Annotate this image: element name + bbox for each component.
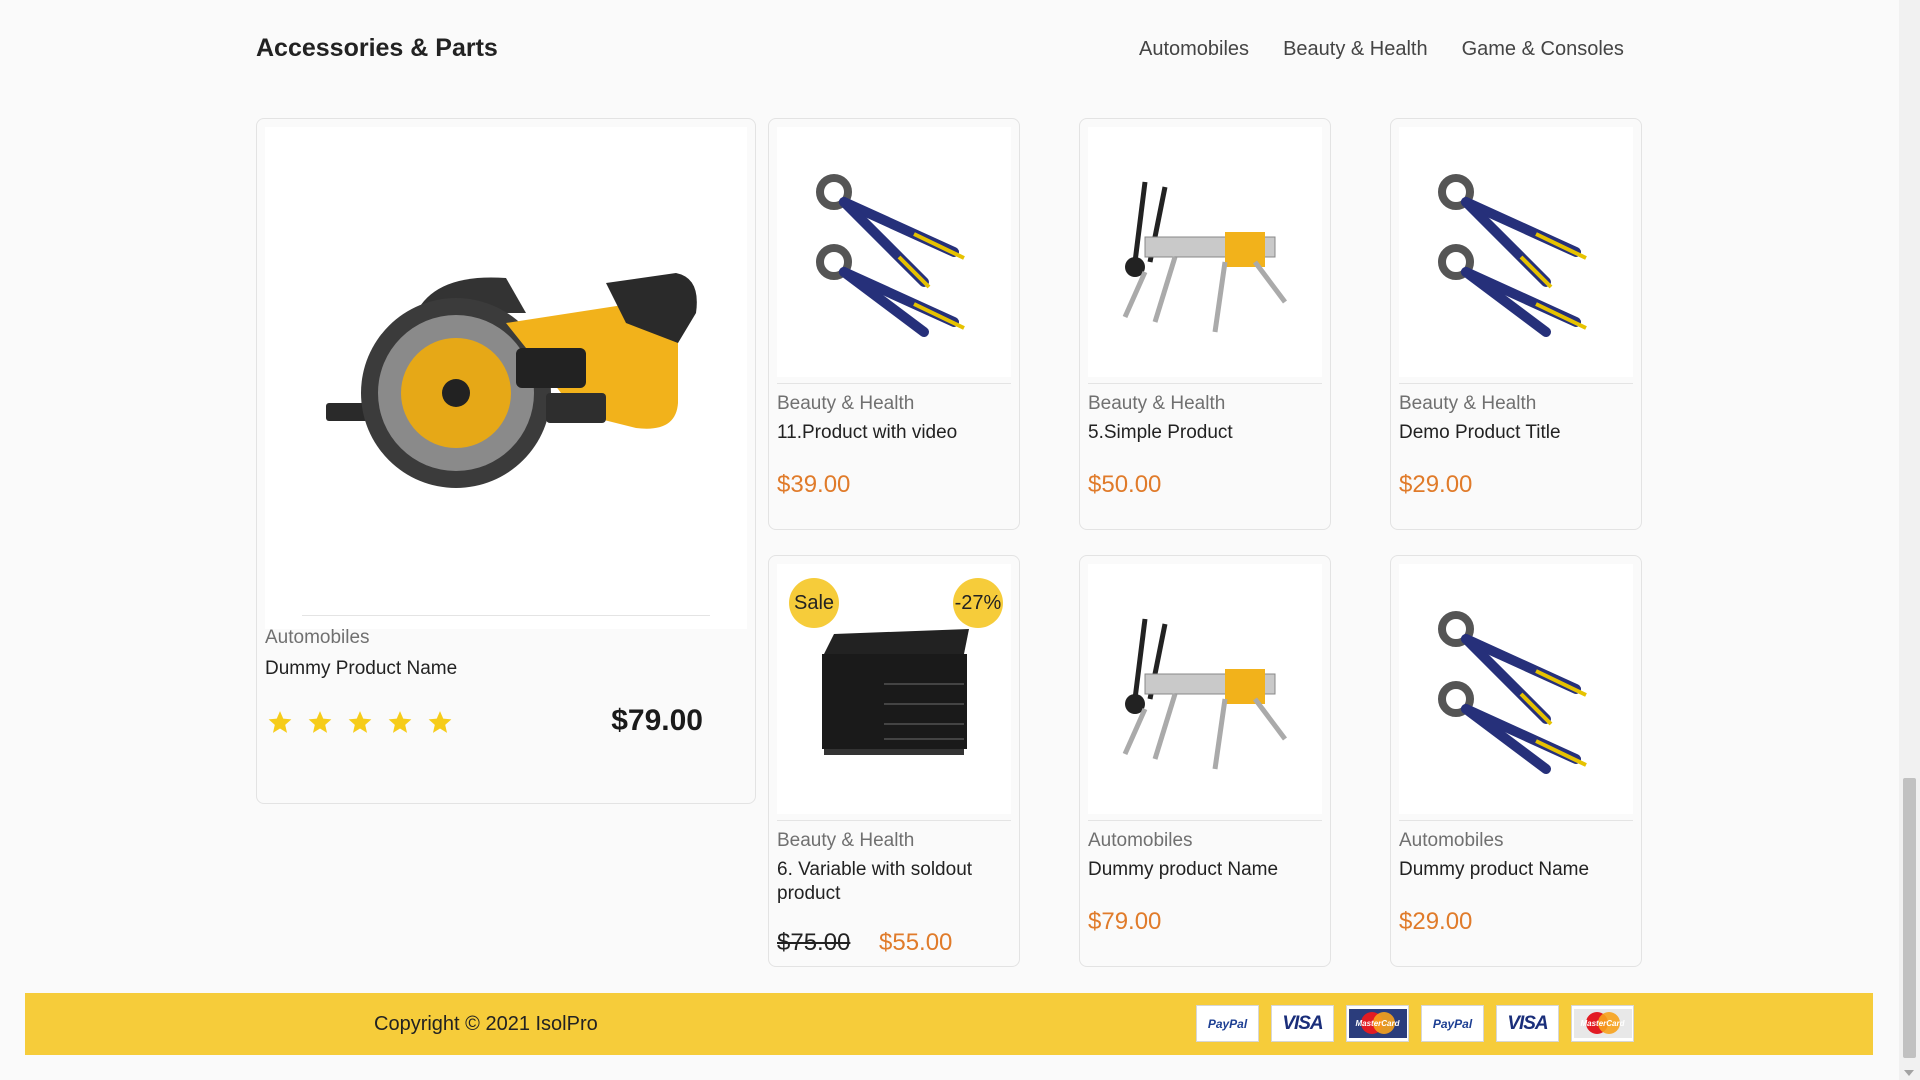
work-stand-icon bbox=[1122, 618, 1287, 770]
product-card[interactable]: Automobiles Dummy product Name $29.00 bbox=[1390, 555, 1642, 967]
product-name[interactable]: Demo Product Title bbox=[1399, 421, 1629, 445]
product-card[interactable]: Automobiles Dummy product Name $79.00 bbox=[1079, 555, 1331, 967]
mastercard-icon: MasterCard bbox=[1346, 1005, 1409, 1042]
page-scrollbar[interactable] bbox=[1899, 0, 1920, 1080]
work-stand-icon bbox=[1122, 181, 1287, 333]
product-category[interactable]: Automobiles bbox=[1088, 830, 1193, 852]
product-name[interactable]: 6. Variable with soldout product bbox=[777, 858, 1007, 906]
mastercard-icon: MasterCard bbox=[1571, 1005, 1634, 1042]
product-category[interactable]: Beauty & Health bbox=[777, 393, 914, 415]
product-price: $29.00 bbox=[1399, 471, 1473, 498]
star-icon bbox=[268, 711, 292, 733]
footer: Copyright © 2021 IsolPro PayPal VISA Mas… bbox=[25, 993, 1873, 1055]
product-name[interactable]: 11.Product with video bbox=[777, 421, 1007, 445]
product-image[interactable] bbox=[1088, 127, 1322, 377]
category-tabs: Automobiles Beauty & Health Game & Conso… bbox=[1139, 38, 1624, 61]
product-card[interactable]: Beauty & Health 5.Simple Product $50.00 bbox=[1079, 118, 1331, 530]
star-icon bbox=[348, 711, 372, 733]
product-image[interactable] bbox=[1399, 564, 1633, 814]
product-image[interactable] bbox=[265, 127, 747, 629]
product-image[interactable] bbox=[777, 127, 1011, 377]
discount-badge: -27% bbox=[953, 578, 1003, 628]
product-name[interactable]: Dummy Product Name bbox=[265, 657, 743, 681]
circular-saw-icon bbox=[326, 273, 697, 488]
star-icon bbox=[388, 711, 412, 733]
pliers-icon bbox=[816, 174, 965, 337]
product-price: $39.00 bbox=[777, 471, 851, 498]
rating-stars bbox=[267, 709, 453, 735]
paypal-label: PayPal bbox=[1432, 1016, 1473, 1031]
product-category[interactable]: Automobiles bbox=[1399, 830, 1504, 852]
paypal-icon: PayPal bbox=[1196, 1005, 1259, 1042]
paypal-icon: PayPal bbox=[1421, 1005, 1484, 1042]
pliers-icon bbox=[1438, 611, 1587, 774]
pliers-icon bbox=[1438, 174, 1587, 337]
paypal-label: PayPal bbox=[1207, 1016, 1248, 1031]
star-icon bbox=[308, 711, 332, 733]
product-category[interactable]: Beauty & Health bbox=[777, 830, 914, 852]
visa-label: VISA bbox=[1507, 1012, 1548, 1034]
product-name[interactable]: 5.Simple Product bbox=[1088, 421, 1318, 445]
product-name[interactable]: Dummy product Name bbox=[1399, 858, 1629, 882]
tab-game-consoles[interactable]: Game & Consoles bbox=[1462, 38, 1624, 61]
product-price: $79.00 bbox=[611, 704, 703, 737]
featured-product-card[interactable]: Automobiles Dummy Product Name $79.00 bbox=[256, 118, 756, 804]
mastercard-label: MasterCard bbox=[1580, 1019, 1625, 1028]
product-old-price: $75.00 bbox=[777, 929, 851, 956]
product-price: $50.00 bbox=[1088, 471, 1162, 498]
product-card[interactable]: Beauty & Health Demo Product Title $29.0… bbox=[1390, 118, 1642, 530]
mastercard-label: MasterCard bbox=[1355, 1019, 1400, 1028]
product-card[interactable]: Beauty & Health 11.Product with video $3… bbox=[768, 118, 1020, 530]
product-price: $29.00 bbox=[1399, 908, 1473, 935]
payment-methods: PayPal VISA MasterCard PayPal VISA Maste… bbox=[1196, 1005, 1634, 1042]
product-image[interactable] bbox=[1088, 564, 1322, 814]
star-icon bbox=[428, 711, 452, 733]
product-image[interactable] bbox=[1399, 127, 1633, 377]
tool-chest-icon bbox=[822, 629, 969, 755]
product-name[interactable]: Dummy product Name bbox=[1088, 858, 1318, 882]
visa-icon: VISA bbox=[1496, 1005, 1559, 1042]
scroll-down-arrow-icon[interactable] bbox=[1904, 1070, 1914, 1076]
product-category[interactable]: Automobiles bbox=[265, 627, 370, 649]
product-card[interactable]: Sale -27% Beauty & Health 6. Variable wi… bbox=[768, 555, 1020, 967]
product-price: $79.00 bbox=[1088, 908, 1162, 935]
visa-icon: VISA bbox=[1271, 1005, 1334, 1042]
scrollbar-thumb[interactable] bbox=[1903, 778, 1916, 1058]
visa-label: VISA bbox=[1282, 1012, 1323, 1034]
tab-beauty-health[interactable]: Beauty & Health bbox=[1283, 38, 1428, 61]
product-category[interactable]: Beauty & Health bbox=[1399, 393, 1536, 415]
sale-badge: Sale bbox=[789, 578, 839, 628]
section-title: Accessories & Parts bbox=[256, 34, 498, 62]
product-category[interactable]: Beauty & Health bbox=[1088, 393, 1225, 415]
tab-automobiles[interactable]: Automobiles bbox=[1139, 38, 1249, 61]
copyright-text: Copyright © 2021 IsolPro bbox=[374, 1013, 598, 1035]
product-price: $55.00 bbox=[879, 929, 953, 956]
